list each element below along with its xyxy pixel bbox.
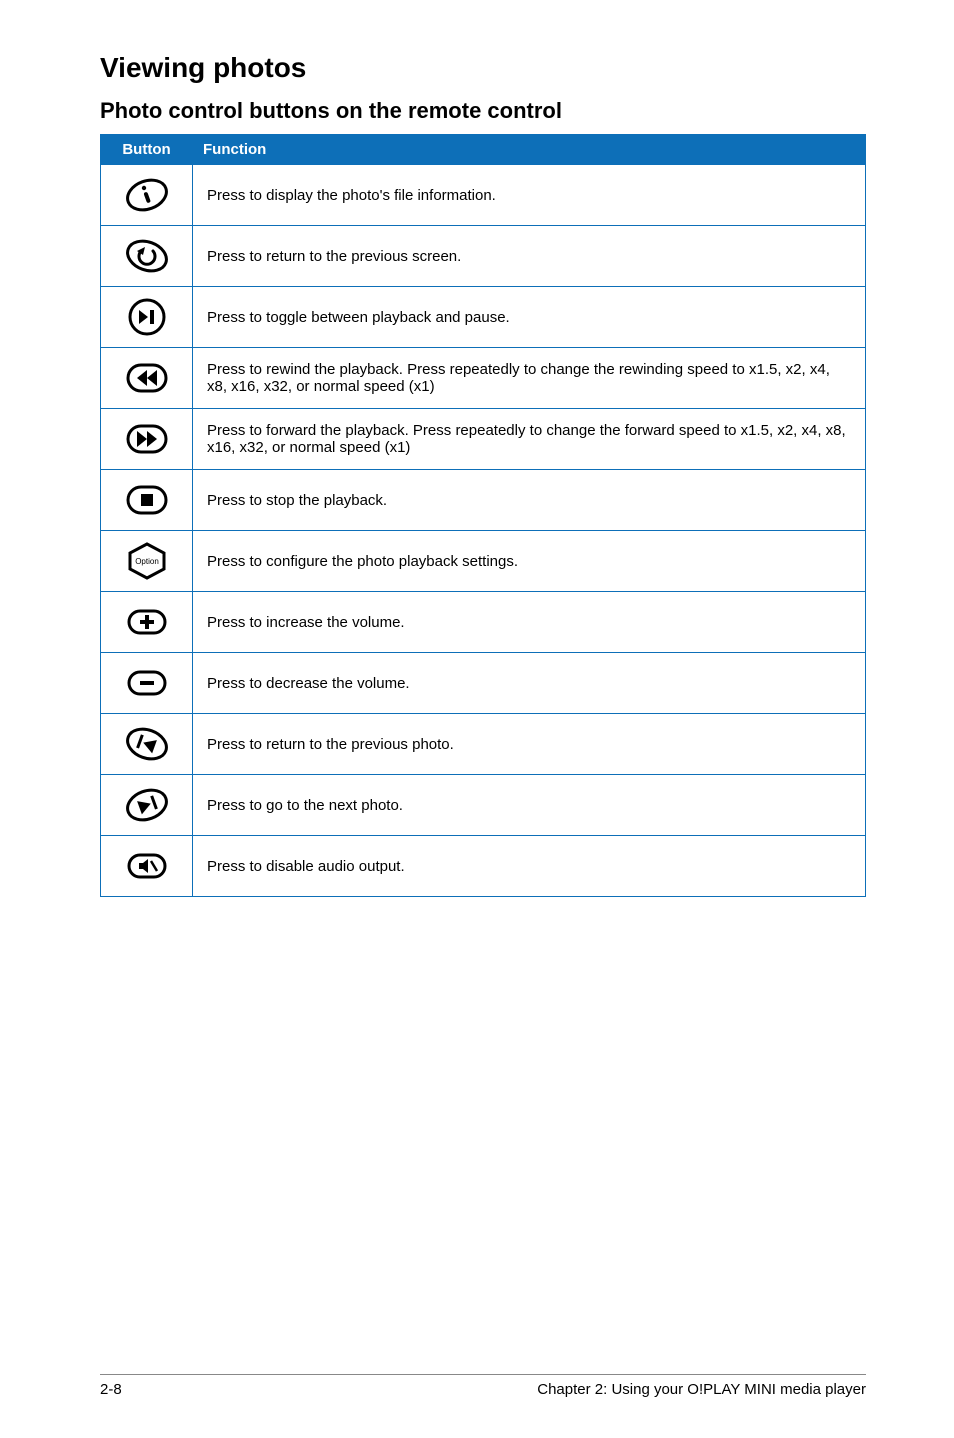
forward-icon: [125, 417, 169, 461]
table-row: Press to stop the playback.: [101, 470, 866, 531]
function-cell: Press to decrease the volume.: [193, 653, 866, 714]
table-row: Press to forward the playback. Press rep…: [101, 409, 866, 470]
return-icon: [125, 234, 169, 278]
button-function-table: Button Function Press to display the pho…: [100, 134, 866, 897]
option-icon: [125, 539, 169, 583]
function-cell: Press to rewind the playback. Press repe…: [193, 348, 866, 409]
volume-up-icon: [125, 600, 169, 644]
play-pause-icon: [125, 295, 169, 339]
function-cell: Press to return to the previous photo.: [193, 714, 866, 775]
function-cell: Press to return to the previous screen.: [193, 226, 866, 287]
table-header-function: Function: [193, 135, 866, 165]
page-number: 2-8: [100, 1381, 122, 1398]
function-cell: Press to toggle between playback and pau…: [193, 287, 866, 348]
table-header-button: Button: [101, 135, 193, 165]
chapter-label: Chapter 2: Using your O!PLAY MINI media …: [537, 1381, 866, 1398]
table-row: Press to rewind the playback. Press repe…: [101, 348, 866, 409]
function-cell: Press to go to the next photo.: [193, 775, 866, 836]
table-row: Press to return to the previous screen.: [101, 226, 866, 287]
section-title: Viewing photos: [100, 52, 866, 84]
document-page: Viewing photos Photo control buttons on …: [0, 0, 954, 1438]
next-photo-icon: [125, 783, 169, 827]
page-footer: 2-8 Chapter 2: Using your O!PLAY MINI me…: [100, 1374, 866, 1398]
table-row: Press to display the photo's file inform…: [101, 165, 866, 226]
prev-photo-icon: [125, 722, 169, 766]
function-cell: Press to increase the volume.: [193, 592, 866, 653]
mute-icon: [125, 844, 169, 888]
function-cell: Press to disable audio output.: [193, 836, 866, 897]
rewind-icon: [125, 356, 169, 400]
table-row: Press to disable audio output.: [101, 836, 866, 897]
volume-down-icon: [125, 661, 169, 705]
function-cell: Press to configure the photo playback se…: [193, 531, 866, 592]
table-row: Press to return to the previous photo.: [101, 714, 866, 775]
table-row: Press to go to the next photo.: [101, 775, 866, 836]
table-row: Press to configure the photo playback se…: [101, 531, 866, 592]
table-row: Press to decrease the volume.: [101, 653, 866, 714]
stop-icon: [125, 478, 169, 522]
table-row: Press to increase the volume.: [101, 592, 866, 653]
function-cell: Press to display the photo's file inform…: [193, 165, 866, 226]
table-row: Press to toggle between playback and pau…: [101, 287, 866, 348]
info-icon: [125, 173, 169, 217]
section-subtitle: Photo control buttons on the remote cont…: [100, 98, 866, 124]
function-cell: Press to stop the playback.: [193, 470, 866, 531]
function-cell: Press to forward the playback. Press rep…: [193, 409, 866, 470]
